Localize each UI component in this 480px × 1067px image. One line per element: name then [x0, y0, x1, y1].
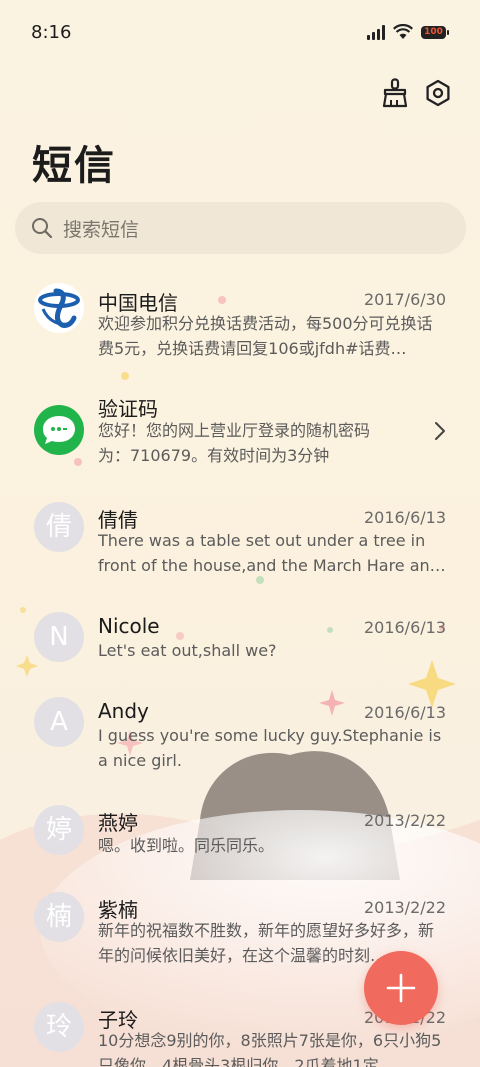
message-date: 2013/2/22: [363, 898, 446, 917]
list-item[interactable]: N Nicole 2016/6/13 Let's eat out,shall w…: [0, 612, 480, 682]
clean-button[interactable]: [378, 76, 412, 110]
message-date: 2017/6/30: [363, 290, 446, 309]
message-date: 2016/6/13: [363, 703, 446, 722]
message-date: 2016/6/13: [363, 618, 446, 637]
list-item[interactable]: 婷 燕婷 2013/2/22 嗯。收到啦。同乐同乐。: [0, 805, 480, 875]
search-bar[interactable]: 搜索短信: [15, 202, 466, 254]
wifi-icon: [393, 24, 413, 39]
status-bar: 8:16 100: [0, 0, 480, 66]
status-icons: 100: [367, 24, 449, 40]
avatar: 倩: [34, 502, 84, 552]
status-time: 8:16: [31, 22, 72, 43]
sender-name: Andy: [98, 699, 149, 723]
list-item[interactable]: 验证码 您好！您的网上营业厅登录的随机密码为：710679。有效时间为3分钟: [0, 393, 480, 488]
message-preview: I guess you're some lucky guy.Stephanie …: [98, 726, 442, 770]
sender-name: 燕婷: [98, 811, 138, 835]
message-preview: 您好！您的网上营业厅登录的随机密码为：710679。有效时间为3分钟: [98, 421, 371, 465]
list-item[interactable]: 中国电信 2017/6/30 欢迎参加积分兑换话费活动，每500分可兑换话费5元…: [0, 283, 480, 378]
china-telecom-logo-icon: [34, 283, 84, 333]
message-preview: 10分想念9别的你，8张照片7张是你，6只小狗5只像你，4根骨头3根归你，2爪着…: [98, 1031, 442, 1067]
settings-button[interactable]: [421, 76, 455, 110]
message-date: 2016/6/13: [363, 508, 446, 527]
search-placeholder: 搜索短信: [63, 218, 140, 241]
list-item[interactable]: A Andy 2016/6/13 I guess you're some luc…: [0, 697, 480, 792]
avatar: 婷: [34, 805, 84, 855]
avatar: 玲: [34, 1002, 84, 1052]
sender-name: Nicole: [98, 614, 160, 638]
page-title: 短信: [32, 143, 116, 189]
message-date: 2013/2/22: [363, 811, 446, 830]
avatar: A: [34, 697, 84, 747]
message-preview: There was a table set out under a tree i…: [98, 531, 446, 575]
message-preview: 欢迎参加积分兑换话费活动，每500分可兑换话费5元，兑换话费请回复106或jfd…: [98, 314, 433, 358]
broom-icon: [382, 78, 408, 108]
new-message-button[interactable]: [364, 951, 438, 1025]
message-preview: Let's eat out,shall we?: [98, 641, 277, 660]
battery-icon: 100: [421, 25, 449, 39]
chat-bubble-icon: [34, 405, 84, 455]
signal-icon: [367, 24, 385, 40]
avatar: 楠: [34, 892, 84, 942]
list-item[interactable]: 倩 倩倩 2016/6/13 There was a table set out…: [0, 502, 480, 597]
avatar: N: [34, 612, 84, 662]
settings-hexagon-icon: [426, 79, 450, 107]
chevron-right-icon: [435, 422, 445, 440]
search-icon: [32, 218, 53, 239]
message-preview: 嗯。收到啦。同乐同乐。: [98, 836, 275, 855]
plus-icon: [386, 973, 416, 1003]
